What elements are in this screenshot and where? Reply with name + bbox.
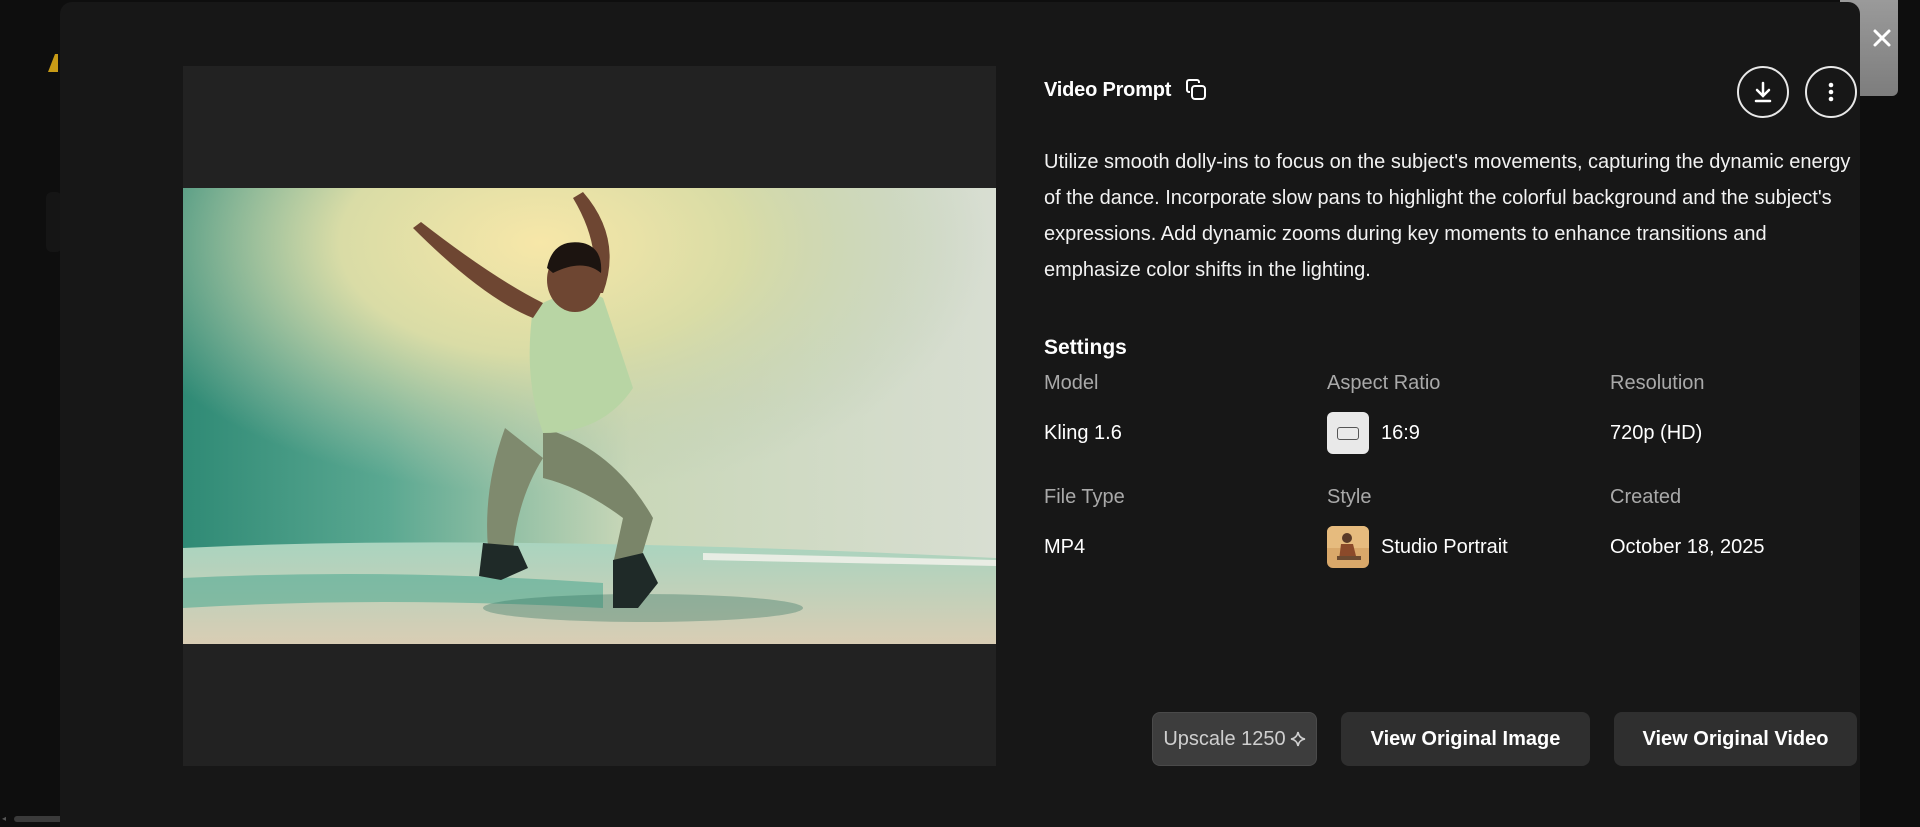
setting-value: 720p (HD) xyxy=(1610,421,1703,444)
more-options-button[interactable] xyxy=(1805,66,1857,118)
view-original-video-button[interactable]: View Original Video xyxy=(1614,712,1857,766)
setting-value-row: Studio Portrait xyxy=(1327,526,1607,568)
setting-label: Created xyxy=(1610,486,1682,508)
copy-prompt-button[interactable] xyxy=(1183,77,1209,103)
view-original-image-button[interactable]: View Original Image xyxy=(1341,712,1590,766)
video-preview-panel[interactable] xyxy=(183,66,996,766)
copy-icon xyxy=(1186,79,1207,100)
scrollbar-thumb[interactable] xyxy=(14,816,64,822)
style-thumbnail xyxy=(1327,526,1369,568)
setting-resolution: Resolution 720p (HD) xyxy=(1610,372,1890,454)
close-icon xyxy=(1873,29,1891,47)
video-frame-image xyxy=(183,188,996,644)
setting-value: 16:9 xyxy=(1381,421,1420,444)
setting-label: File Type xyxy=(1044,486,1125,508)
background-scrollbar[interactable]: ◂ xyxy=(0,815,64,823)
more-vertical-icon xyxy=(1828,82,1834,102)
setting-label: Style xyxy=(1327,486,1372,508)
download-button[interactable] xyxy=(1737,66,1789,118)
setting-label: Aspect Ratio xyxy=(1327,372,1441,394)
sparkle-icon xyxy=(1290,731,1305,747)
prompt-header: Video Prompt xyxy=(1044,66,1857,114)
setting-created: Created October 18, 2025 xyxy=(1610,486,1890,568)
video-detail-modal: Video Prompt Utilize smooth dolly-ins to xyxy=(60,2,1891,827)
upscale-button[interactable]: Upscale 1250 xyxy=(1152,712,1317,766)
settings-heading: Settings xyxy=(1044,336,1127,359)
download-icon xyxy=(1754,81,1772,103)
setting-label: Model xyxy=(1044,372,1099,394)
background-logo xyxy=(48,54,58,72)
setting-value: Studio Portrait xyxy=(1381,535,1508,558)
setting-value: Kling 1.6 xyxy=(1044,421,1122,444)
upscale-label: Upscale 1250 xyxy=(1163,727,1286,750)
setting-aspect-ratio: Aspect Ratio 16:9 xyxy=(1327,372,1607,454)
info-panel: Video Prompt Utilize smooth dolly-ins to xyxy=(1044,66,1857,568)
setting-value: October 18, 2025 xyxy=(1610,535,1765,558)
setting-value: MP4 xyxy=(1044,535,1086,558)
close-button[interactable] xyxy=(1868,24,1896,52)
setting-style: Style Studio Portrait xyxy=(1327,486,1607,568)
setting-model: Model Kling 1.6 xyxy=(1044,372,1324,454)
video-preview[interactable] xyxy=(183,188,996,644)
setting-label: Resolution xyxy=(1610,372,1705,394)
scroll-left-icon[interactable]: ◂ xyxy=(2,815,6,823)
setting-value-row: 16:9 xyxy=(1327,412,1607,454)
prompt-text: Utilize smooth dolly-ins to focus on the… xyxy=(1044,151,1851,281)
setting-file-type: File Type MP4 xyxy=(1044,486,1324,568)
aspect-ratio-icon xyxy=(1327,412,1369,454)
header-actions xyxy=(1737,66,1857,118)
prompt-title: Video Prompt xyxy=(1044,78,1172,101)
